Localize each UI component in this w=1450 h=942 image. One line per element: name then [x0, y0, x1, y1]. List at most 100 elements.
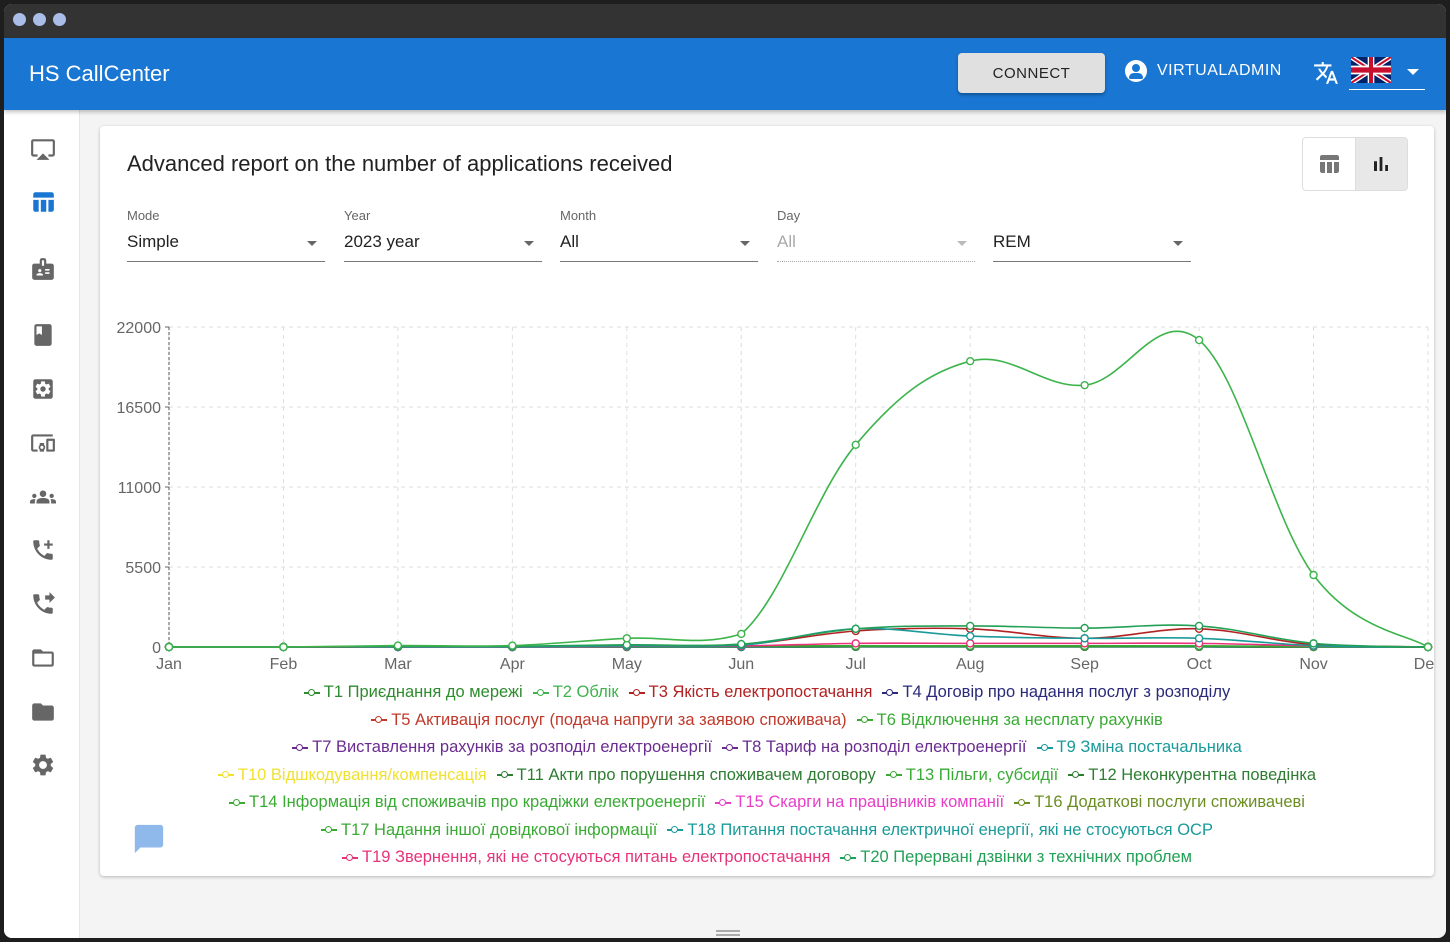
view-toggle: [1302, 137, 1408, 191]
month-select[interactable]: Month All: [560, 208, 758, 262]
day-select: Day All: [777, 208, 975, 262]
legend-item[interactable]: T6 Відключення за несплату рахунків: [856, 707, 1163, 734]
table-view-icon: [1319, 155, 1339, 173]
data-point: [851, 440, 860, 450]
badge-icon: [32, 258, 54, 280]
sidebar-item-airplay[interactable]: [28, 134, 58, 164]
groups-icon: [30, 490, 56, 504]
legend-item[interactable]: T17 Надання іншої довідкової інформації: [321, 817, 657, 844]
legend-item[interactable]: T1 Приєднання до мережі: [303, 679, 523, 706]
legend-item[interactable]: T20 Перервані дзвінки з технічних пробле…: [840, 844, 1192, 871]
sidebar-item-badge[interactable]: [28, 254, 58, 284]
sidebar-item-settings-box[interactable]: [28, 374, 58, 404]
x-tick-label: Dec: [1414, 656, 1434, 673]
legend-item[interactable]: T15 Скарги на працівників компанії: [715, 789, 1004, 816]
legend-item[interactable]: T3 Якість електропостачання: [628, 679, 872, 706]
x-tick-label: Mar: [384, 656, 412, 673]
y-tick-label: 22000: [117, 320, 162, 337]
connect-button[interactable]: CONNECT: [958, 53, 1105, 93]
resize-handle[interactable]: [716, 930, 740, 936]
y-tick-label: 11000: [118, 480, 161, 497]
user-menu[interactable]: VIRTUALADMIN: [1125, 60, 1282, 82]
window-minimize-dot[interactable]: [33, 13, 46, 26]
legend-label: T5 Активація послуг (подача напруги за з…: [391, 710, 847, 729]
account-circle-icon: [1125, 60, 1147, 82]
legend-label: T2 Облік: [552, 683, 619, 701]
x-tick-label: Jun: [728, 656, 754, 673]
chart-view-button[interactable]: [1354, 138, 1407, 190]
year-select[interactable]: Year 2023 year: [344, 208, 542, 262]
sidebar-item-folder-outline[interactable]: [28, 643, 58, 673]
sidebar-item-book[interactable]: [28, 320, 58, 350]
data-point: [279, 642, 288, 652]
legend-marker-icon: [217, 770, 234, 780]
legend-marker-icon: [1014, 798, 1031, 808]
legend-label: T19 Звернення, які не стосуються питань …: [362, 848, 831, 866]
legend-label: T4 Договір про надання послуг з розподіл…: [902, 683, 1231, 701]
legend-marker-icon: [321, 825, 338, 835]
legend-marker-icon: [885, 770, 902, 780]
legend-label: T13 Пільги, субсидії: [905, 765, 1059, 784]
legend-item[interactable]: T13 Пільги, субсидії: [885, 762, 1059, 789]
legend-row: T10 Відшкодування/компенсація T11 Акти пр…: [100, 762, 1434, 790]
line-chart: 0 5500 11000 16500 22000 Jan Feb Mar Apr May Jun Ju…: [117, 320, 1435, 673]
legend-marker-icon: [496, 770, 513, 780]
legend-row: T1 Приєднання до мережі T2 Облік T3 Якість…: [100, 679, 1434, 707]
legend-item[interactable]: T5 Активація послуг (подача напруги за з…: [371, 707, 847, 734]
legend-item[interactable]: T12 Неконкурентна поведінка: [1068, 762, 1316, 789]
user-name: VIRTUALADMIN: [1157, 62, 1282, 79]
legend-label: T20 Перервані дзвінки з технічних пробле…: [860, 848, 1192, 866]
legend-item[interactable]: T14 Інформація від споживачів про крадіж…: [229, 789, 705, 816]
legend-item[interactable]: T9 Зміна постачальника: [1036, 734, 1242, 761]
page-title: Advanced report on the number of applica…: [127, 151, 673, 176]
rem-select[interactable]: REM: [993, 208, 1191, 262]
month-label: Month: [560, 208, 597, 223]
data-point: [1080, 623, 1089, 633]
table-view-button[interactable]: [1303, 138, 1355, 190]
folder-icon: [32, 703, 54, 721]
legend-item[interactable]: T18 Питання постачання електричної енерг…: [667, 817, 1213, 844]
legend-marker-icon: [856, 715, 873, 725]
legend-marker-icon: [292, 743, 309, 753]
sidebar-item-settings[interactable]: [28, 750, 58, 780]
data-point: [1194, 335, 1204, 345]
window-maximize-dot[interactable]: [53, 13, 66, 26]
sidebar-item-devices[interactable]: [28, 428, 58, 458]
legend-item[interactable]: T10 Відшкодування/компенсація: [217, 762, 487, 789]
chevron-down-icon: [307, 241, 317, 246]
chat-bubble-icon[interactable]: [132, 822, 166, 856]
language-select[interactable]: [1349, 54, 1425, 90]
bar-chart-icon: [1374, 157, 1389, 171]
data-point: [622, 634, 632, 643]
window-close-dot[interactable]: [13, 13, 26, 26]
x-tick-label: May: [612, 656, 642, 673]
sidebar-item-add-call[interactable]: [28, 535, 58, 565]
x-tick-label: Jul: [846, 656, 866, 673]
day-value: All: [777, 232, 796, 251]
table-icon: [33, 192, 54, 212]
devices-icon: [31, 434, 55, 452]
legend-item[interactable]: T4 Договір про надання послуг з розподіл…: [882, 679, 1230, 706]
sidebar-item-table[interactable]: [28, 187, 58, 217]
data-point: [737, 639, 746, 649]
series-line: [168, 330, 1429, 648]
sidebar-item-forward-call[interactable]: [28, 589, 58, 619]
x-tick-label: Feb: [270, 656, 298, 673]
legend-item[interactable]: T19 Звернення, які не стосуються питань …: [342, 844, 830, 871]
legend-item[interactable]: T11 Акти про порушення споживачем догово…: [496, 762, 876, 789]
legend-item[interactable]: T7 Виставлення рахунків за розподіл елек…: [292, 734, 712, 761]
x-tick-label: Sep: [1070, 656, 1099, 673]
mode-select[interactable]: Mode Simple: [127, 208, 325, 262]
legend-item[interactable]: T2 Облік: [532, 679, 619, 706]
legend-label: T10 Відшкодування/компенсація: [237, 765, 487, 784]
sidebar-item-folder[interactable]: [28, 697, 58, 727]
legend-item[interactable]: T16 Додаткові послуги споживачеві: [1014, 789, 1305, 816]
add-call-icon: [33, 540, 53, 560]
translate-icon: [1313, 60, 1339, 92]
data-point: [1309, 570, 1318, 580]
sidebar-item-groups[interactable]: [28, 482, 58, 512]
legend-item[interactable]: T8 Тариф на розподіл електроенергії: [722, 734, 1027, 761]
legend-marker-icon: [371, 715, 388, 725]
month-value: All: [560, 232, 579, 251]
x-tick-label: Oct: [1187, 656, 1212, 673]
